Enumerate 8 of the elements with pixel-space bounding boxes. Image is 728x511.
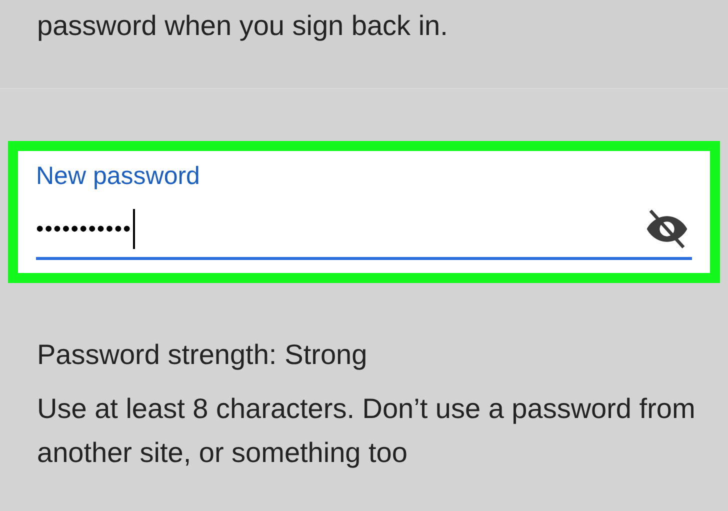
strength-label: Password strength: [37,338,277,372]
intro-text: password when you sign back in. [37,9,449,43]
strength-value: Strong [284,338,368,372]
password-hint: Use at least 8 characters. Don’t use a password from another site, or something too [37,392,696,470]
field-label: New password [36,161,201,191]
password-field[interactable]: New password ••••••••••• [18,151,710,273]
password-value: ••••••••••• [36,216,132,242]
text-cursor [132,209,135,249]
